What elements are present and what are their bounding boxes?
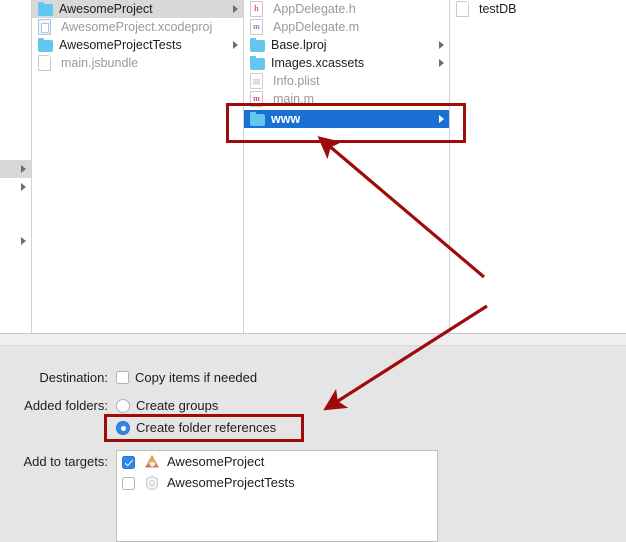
create-groups-radio-row[interactable]: Create groups bbox=[116, 398, 276, 414]
browser-row-appdelegate-h[interactable]: h AppDelegate.h bbox=[244, 0, 449, 18]
target-row-awesomeproject[interactable]: AwesomeProject bbox=[117, 451, 437, 472]
folder-icon bbox=[250, 37, 265, 52]
browser-row-testdb[interactable]: testDB bbox=[450, 0, 626, 18]
browser-row-label: AppDelegate.h bbox=[273, 2, 356, 16]
folder-icon bbox=[250, 55, 265, 70]
added-folders-label: Added folders: bbox=[24, 398, 108, 413]
disclosure-arrow-icon bbox=[439, 59, 444, 67]
browser-row-awesomeprojecttests[interactable]: AwesomeProjectTests bbox=[32, 36, 243, 54]
disclosure-arrow-icon bbox=[233, 41, 238, 49]
browser-row-label: AwesomeProject bbox=[59, 2, 153, 16]
disclosure-arrow-icon bbox=[21, 165, 26, 173]
browser-row[interactable] bbox=[0, 196, 31, 214]
disclosure-arrow-icon bbox=[439, 115, 444, 123]
target-label: AwesomeProject bbox=[167, 454, 265, 469]
document-icon bbox=[456, 1, 469, 17]
copy-items-label: Copy items if needed bbox=[135, 370, 258, 385]
browser-row[interactable] bbox=[0, 214, 31, 232]
browser-row-label: AwesomeProjectTests bbox=[59, 38, 182, 52]
browser-row-label: AwesomeProject.xcodeproj bbox=[61, 20, 213, 34]
browser-row-label: www bbox=[271, 112, 301, 126]
objc-file-icon: m bbox=[250, 91, 263, 107]
browser-row-label: Info.plist bbox=[273, 74, 320, 88]
browser-row[interactable] bbox=[0, 178, 31, 196]
xcodeproj-icon bbox=[38, 19, 51, 35]
target-row-awesomeprojecttests[interactable]: AwesomeProjectTests bbox=[117, 472, 437, 493]
browser-row-images-xcassets[interactable]: Images.xcassets bbox=[244, 54, 449, 72]
browser-row-www[interactable]: www bbox=[244, 110, 449, 128]
browser-row[interactable] bbox=[0, 160, 31, 178]
targets-list[interactable]: AwesomeProject AwesomeProjectTests bbox=[116, 450, 438, 542]
header-file-icon: h bbox=[250, 1, 263, 17]
copy-items-checkbox[interactable] bbox=[116, 371, 129, 384]
panel-top-strip bbox=[0, 334, 626, 346]
folder-icon bbox=[250, 111, 265, 126]
objc-file-icon: m bbox=[250, 19, 263, 35]
browser-column-1[interactable]: AwesomeProject AwesomeProject.xcodeproj … bbox=[32, 0, 244, 333]
disclosure-arrow-icon bbox=[21, 183, 26, 191]
disclosure-arrow-icon bbox=[233, 5, 238, 13]
browser-column-0[interactable] bbox=[0, 0, 32, 333]
target-label: AwesomeProjectTests bbox=[167, 475, 295, 490]
browser-row-awesomeproject[interactable]: AwesomeProject bbox=[32, 0, 243, 18]
document-icon bbox=[38, 55, 51, 71]
browser-column-2[interactable]: h AppDelegate.h m AppDelegate.m Base.lpr… bbox=[244, 0, 450, 333]
create-groups-label: Create groups bbox=[136, 398, 219, 413]
browser-row-label: main.m bbox=[273, 92, 314, 106]
browser-row-label: Images.xcassets bbox=[271, 56, 365, 70]
app-target-icon bbox=[143, 454, 161, 470]
browser-column-3[interactable]: testDB bbox=[450, 0, 626, 333]
added-folders-radio-group[interactable]: Create groups Create folder references bbox=[116, 398, 276, 436]
create-groups-radio[interactable] bbox=[116, 399, 130, 413]
create-folder-references-label: Create folder references bbox=[136, 420, 277, 435]
browser-row-label: Base.lproj bbox=[271, 38, 327, 52]
browser-row-base-lproj[interactable]: Base.lproj bbox=[244, 36, 449, 54]
browser-row-appdelegate-m[interactable]: m AppDelegate.m bbox=[244, 18, 449, 36]
browser-row-label: main.jsbundle bbox=[61, 56, 139, 70]
create-folder-references-radio[interactable] bbox=[116, 421, 130, 435]
target-checkbox[interactable] bbox=[122, 455, 135, 469]
browser-row[interactable] bbox=[0, 232, 31, 250]
target-checkbox[interactable] bbox=[122, 476, 135, 490]
browser-row-xcodeproj[interactable]: AwesomeProject.xcodeproj bbox=[32, 18, 243, 36]
browser-row-main-m[interactable]: m main.m bbox=[244, 90, 449, 108]
folder-icon bbox=[38, 37, 53, 52]
browser-row-main-jsbundle[interactable]: main.jsbundle bbox=[32, 54, 243, 72]
add-to-targets-label: Add to targets: bbox=[23, 454, 108, 469]
destination-field-row: Destination: Copy items if needed bbox=[0, 370, 257, 386]
plist-file-icon bbox=[250, 73, 263, 89]
disclosure-arrow-icon bbox=[439, 41, 444, 49]
copy-items-checkbox-group[interactable]: Copy items if needed bbox=[116, 370, 257, 386]
browser-row-info-plist[interactable]: Info.plist bbox=[244, 72, 449, 90]
destination-label: Destination: bbox=[39, 370, 108, 385]
disclosure-arrow-icon bbox=[21, 237, 26, 245]
folder-icon bbox=[38, 1, 53, 16]
added-folders-field-row: Added folders: Create groups Create fold… bbox=[0, 398, 276, 436]
file-browser: AwesomeProject AwesomeProject.xcodeproj … bbox=[0, 0, 626, 333]
create-folder-references-radio-row[interactable]: Create folder references bbox=[116, 420, 276, 436]
test-target-icon bbox=[143, 475, 161, 491]
add-to-targets-field-row: Add to targets: bbox=[0, 454, 116, 470]
browser-row-label: AppDelegate.m bbox=[273, 20, 360, 34]
browser-row-label: testDB bbox=[479, 2, 517, 16]
